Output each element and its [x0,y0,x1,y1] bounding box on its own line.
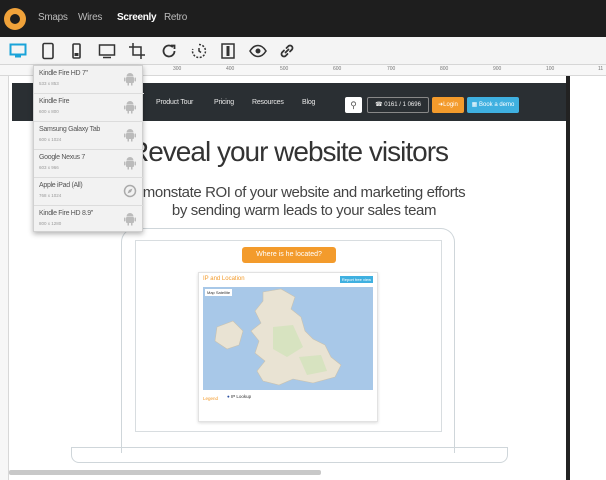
ruler-tick: 400 [226,66,235,72]
tablet-button[interactable] [36,40,60,62]
share-link-button[interactable] [275,40,299,62]
rotate-icon [191,43,207,59]
tablet-icon [42,42,54,60]
device-option[interactable]: Kindle Fire 600 x 800 [34,94,144,122]
device-option-name: Kindle Fire [39,98,70,105]
device-option[interactable]: Kindle Fire HD 7" 533 x 853 [34,66,144,94]
site-link-blog[interactable]: Blog [302,99,315,106]
ruler-tick: 800 [440,66,449,72]
safari-icon [123,184,137,198]
ruler-tick: 300 [173,66,182,72]
refresh-button[interactable] [157,40,181,62]
horizontal-scrollbar[interactable] [9,470,321,475]
ip-location-card: IP and Location Report free view Map Sat… [198,272,378,422]
ruler-tick: 500 [280,66,289,72]
grid-button[interactable] [216,40,240,62]
preview-button[interactable] [246,40,270,62]
device-option[interactable]: Kindle Fire HD 8.9" 800 x 1280 [34,206,144,234]
device-option-name: Kindle Fire HD 7" [39,70,88,77]
device-toolbar [0,37,606,65]
device-option-size: 800 x 1280 [39,221,62,226]
ruler-tick: 11 [598,66,604,72]
device-option[interactable]: Google Nexus 7 603 x 966 [34,150,144,178]
android-icon [124,73,136,86]
search-icon: ⚲ [350,100,357,110]
canvas-edge [566,76,570,480]
map-legend-label: Legend [203,396,219,401]
custom-size-icon [98,44,116,59]
app-logo[interactable] [4,8,26,30]
hero-subtitle-line: by sending warm leads to your sales team [171,202,437,219]
site-link-pricing[interactable]: Pricing [214,99,234,106]
map-legend-item: ● IP Lookup [227,394,251,399]
device-option-size: 768 x 1024 [39,193,62,198]
phone-icon: ☎ [375,102,385,108]
uk-map[interactable]: Map Satellite [203,287,373,390]
nav-screenly[interactable]: Screenly [117,12,157,23]
nav-smaps[interactable]: Smaps [38,12,68,23]
custom-size-button[interactable] [95,40,119,62]
hero-title: Reveal your website visitors [129,136,449,167]
map-graphic [214,288,342,386]
mobile-button[interactable] [64,40,88,62]
site-link-resources[interactable]: Resources [252,99,284,106]
nav-wires[interactable]: Wires [78,12,102,23]
ruler-tick: 600 [333,66,342,72]
site-login-button[interactable]: ➜Login [432,97,464,113]
legend-item-label: IP Lookup [230,394,252,399]
crop-icon [129,43,145,59]
site-link-product-tour[interactable]: Product Tour [156,99,193,106]
android-icon [124,129,136,142]
hero-subtitle: monstate ROI of your website and marketi… [119,184,489,220]
refresh-icon [162,44,176,58]
device-dropdown: Kindle Fire HD 7" 533 x 853 Kindle Fire … [33,65,144,234]
device-option-size: 600 x 800 [39,109,59,114]
device-option-name: Apple iPad (All) [39,182,83,189]
android-icon [124,213,136,226]
ruler-tick: 700 [387,66,396,72]
crop-button[interactable] [125,40,149,62]
map-type-tabs[interactable]: Map Satellite [205,289,233,296]
device-option-size: 600 x 1024 [39,137,62,142]
mobile-icon [72,43,81,59]
app-window: Smaps Wires Screenly Retro 300 400 500 6… [0,0,606,480]
android-icon [124,157,136,170]
device-option-size: 533 x 853 [39,81,59,86]
eye-icon [249,44,267,58]
ip-card-title: IP and Location [203,276,245,282]
device-option-name: Samsung Galaxy Tab [39,126,101,133]
grid-icon [221,43,235,59]
calendar-icon: ▦ [471,102,479,108]
device-option[interactable]: Samsung Galaxy Tab 600 x 1024 [34,122,144,150]
ip-card-badge[interactable]: Report free view [339,276,373,283]
site-phone[interactable]: ☎ 0161 / 1 0696 [367,97,429,113]
app-topbar: Smaps Wires Screenly Retro [0,0,606,37]
site-demo-button[interactable]: ▦ Book a demo [467,97,519,113]
ruler-tick: 100 [546,66,555,72]
device-option[interactable]: Apple iPad (All) 768 x 1024 [34,178,144,206]
nav-retro[interactable]: Retro [164,12,187,23]
locate-button[interactable]: Where is he located? [242,247,336,263]
hero-subtitle-line: monstate ROI of your website and marketi… [142,184,466,201]
device-option-name: Kindle Fire HD 8.9" [39,210,93,217]
laptop-base [71,447,508,463]
desktop-icon [9,43,27,58]
android-icon [124,101,136,114]
device-option-size: 603 x 966 [39,165,59,170]
link-icon [280,44,294,58]
login-label: Login [443,102,458,108]
device-option-name: Google Nexus 7 [39,154,85,161]
site-search-button[interactable]: ⚲ [345,97,362,113]
ruler-tick: 900 [493,66,502,72]
desktop-button[interactable] [6,40,30,62]
demo-label: Book a demo [478,102,515,108]
vertical-ruler [0,76,9,480]
site-phone-number: 0161 / 1 0696 [384,102,421,108]
rotate-button[interactable] [187,40,211,62]
